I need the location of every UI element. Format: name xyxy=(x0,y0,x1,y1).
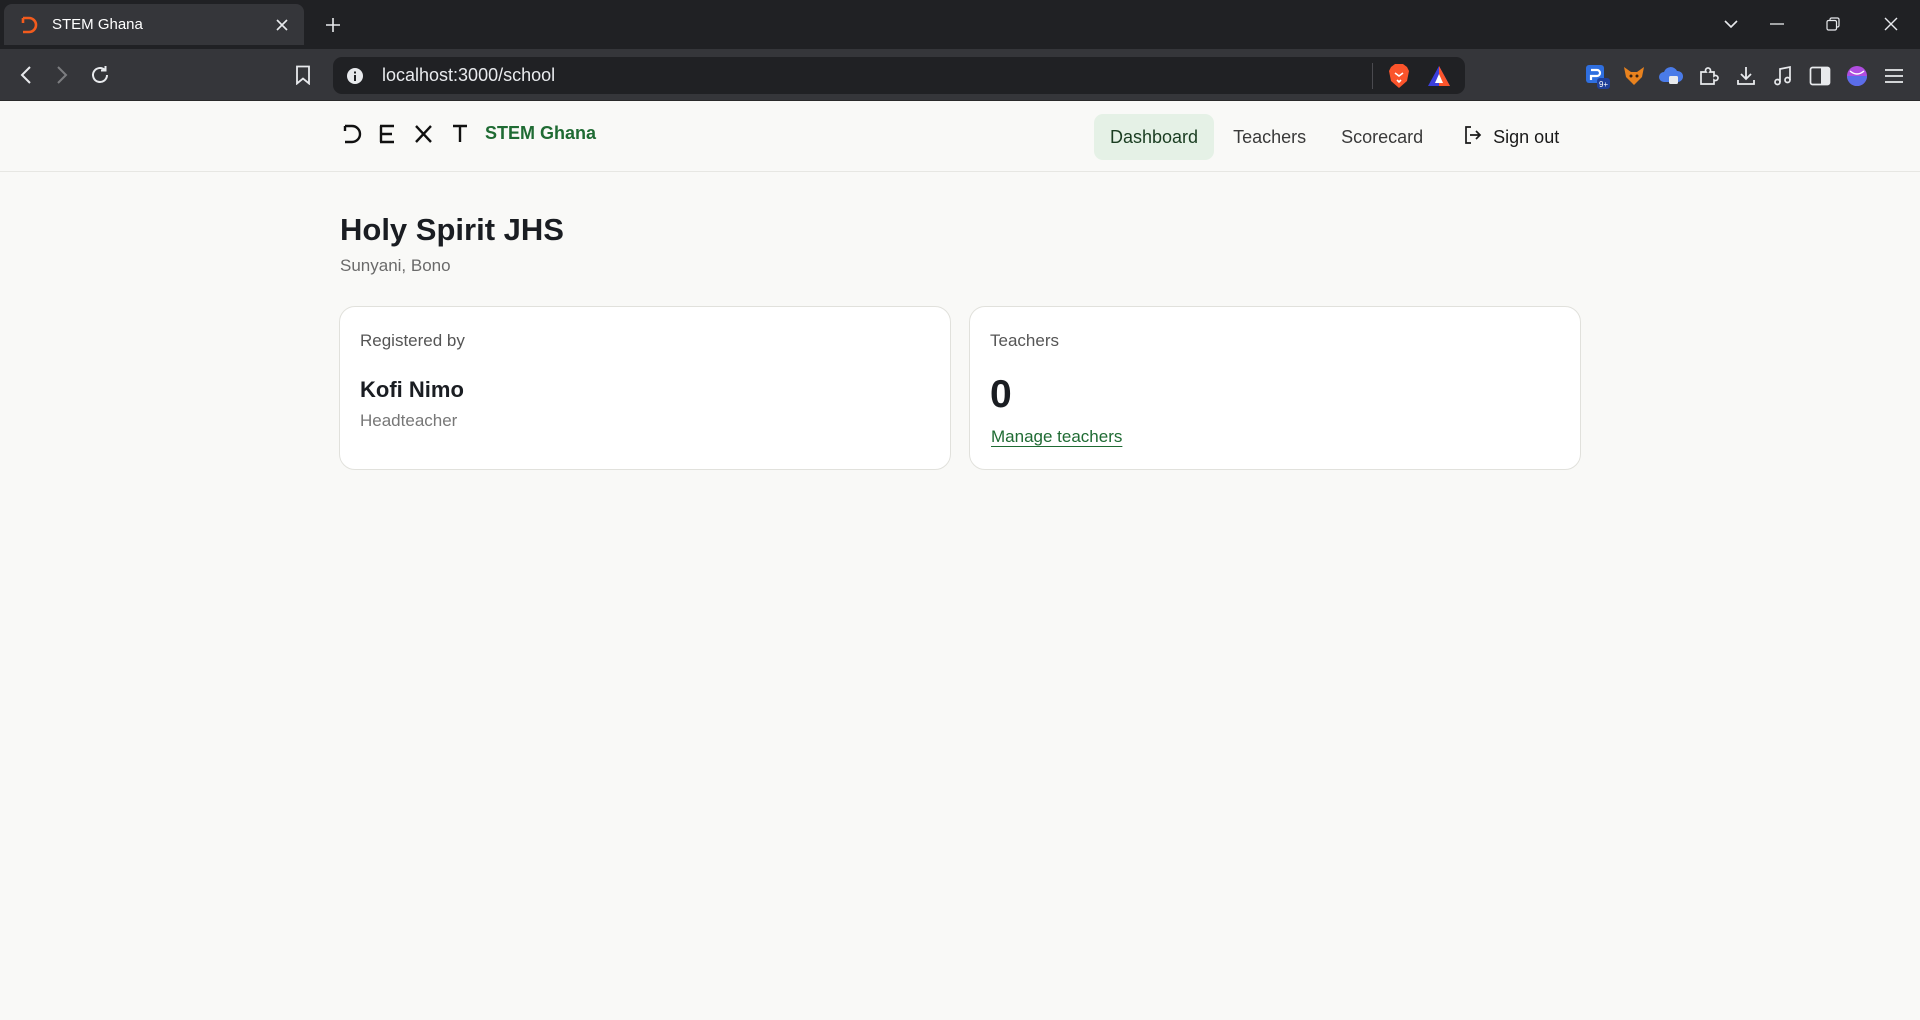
manage-teachers-link[interactable]: Manage teachers xyxy=(991,427,1122,447)
forward-arrow-icon[interactable] xyxy=(46,59,78,91)
card-label: Teachers xyxy=(990,331,1059,350)
reload-icon[interactable] xyxy=(84,59,116,91)
browser-tab[interactable]: STEM Ghana xyxy=(4,4,304,45)
download-icon[interactable] xyxy=(1731,61,1761,91)
media-music-icon[interactable] xyxy=(1768,61,1798,91)
dext-d-icon xyxy=(19,15,39,35)
registered-by-card: Registered by Kofi Nimo Headteacher xyxy=(339,306,951,470)
new-tab-icon[interactable] xyxy=(318,10,348,40)
nav-dashboard[interactable]: Dashboard xyxy=(1094,114,1215,160)
teachers-card: Teachers 0 Manage teachers xyxy=(969,306,1581,470)
sign-out-icon xyxy=(1463,125,1483,150)
teacher-count: 0 xyxy=(990,373,1012,416)
app-header: STEM Ghana Dashboard Teachers Scorecard … xyxy=(0,101,1920,172)
bookmark-icon[interactable] xyxy=(287,59,319,91)
back-arrow-icon[interactable] xyxy=(10,59,42,91)
registrant-role: Headteacher xyxy=(360,411,458,430)
school-location: Sunyani, Bono xyxy=(340,256,451,275)
browser-toolbar: localhost:3000/school 9+ xyxy=(0,49,1920,101)
minimize-icon[interactable] xyxy=(1757,6,1797,42)
registrant-name: Kofi Nimo xyxy=(360,377,464,402)
sidebar-toggle-icon[interactable] xyxy=(1805,61,1835,91)
cloud-lock-extension-icon[interactable] xyxy=(1656,61,1686,91)
omnibox-divider xyxy=(1372,62,1373,89)
page-title: Holy Spirit JHS xyxy=(340,212,564,247)
nav-teachers[interactable]: Teachers xyxy=(1217,114,1322,160)
site-info-icon[interactable] xyxy=(343,64,367,88)
extension-badge: 9+ xyxy=(1599,80,1608,89)
tab-title: STEM Ghana xyxy=(52,16,143,33)
password-manager-extension-icon[interactable]: 9+ xyxy=(1582,61,1612,91)
puzzle-extensions-icon[interactable] xyxy=(1694,61,1724,91)
card-label: Registered by xyxy=(360,331,465,350)
address-bar[interactable]: localhost:3000/school xyxy=(333,57,1465,94)
brand[interactable]: STEM Ghana xyxy=(343,123,596,144)
browser-tabstrip: STEM Ghana xyxy=(0,0,1920,49)
brave-lion-icon[interactable] xyxy=(1385,62,1413,90)
restore-icon[interactable] xyxy=(1813,6,1853,42)
sign-out-label: Sign out xyxy=(1493,126,1560,147)
main-nav: Dashboard Teachers Scorecard Sign out xyxy=(1094,114,1559,160)
brand-name: STEM Ghana xyxy=(485,123,597,143)
brave-rewards-triangle-icon[interactable] xyxy=(1425,62,1453,90)
fox-wallet-extension-icon[interactable] xyxy=(1619,61,1649,91)
profile-avatar-icon[interactable] xyxy=(1842,61,1872,91)
close-window-icon[interactable] xyxy=(1871,6,1911,42)
nav-scorecard[interactable]: Scorecard xyxy=(1325,114,1439,160)
url-text[interactable]: localhost:3000/school xyxy=(382,65,1372,86)
tab-search-chevron-icon[interactable] xyxy=(1711,6,1751,42)
close-tab-icon[interactable] xyxy=(266,9,298,41)
browser-menu-icon[interactable] xyxy=(1879,61,1909,91)
dext-logo xyxy=(343,124,469,144)
sign-out-button[interactable]: Sign out xyxy=(1463,114,1559,160)
